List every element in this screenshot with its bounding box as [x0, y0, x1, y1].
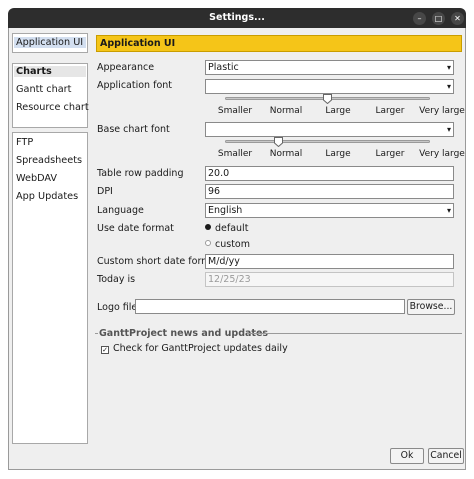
app-font-select[interactable]: ▾: [205, 79, 454, 94]
close-icon[interactable]: ✕: [451, 12, 464, 25]
check-updates-checkbox[interactable]: ✓ Check for GanttProject updates daily: [101, 343, 288, 354]
sidebar-item-app-updates[interactable]: App Updates: [16, 191, 78, 202]
dpi-input[interactable]: 96: [205, 184, 454, 199]
tick-label: Large: [325, 106, 351, 116]
sidebar-panel-other: FTP Spreadsheets WebDAV App Updates: [12, 132, 88, 444]
sidebar-item-webdav[interactable]: WebDAV: [16, 173, 57, 184]
base-font-select[interactable]: ▾: [205, 122, 454, 137]
tick-label: Normal: [269, 106, 303, 116]
dpi-label: DPI: [97, 186, 113, 197]
tick-label: Smaller: [217, 149, 253, 159]
sidebar-item-ftp[interactable]: FTP: [16, 137, 33, 148]
radio-selected-icon: [205, 224, 211, 230]
checkbox-checked-icon: ✓: [101, 346, 109, 354]
cancel-button[interactable]: Cancel: [428, 448, 464, 464]
slider-track: [225, 140, 430, 143]
sidebar-item-spreadsheets[interactable]: Spreadsheets: [16, 155, 82, 166]
language-select[interactable]: English ▾: [205, 203, 454, 218]
chevron-down-icon: ▾: [446, 125, 451, 134]
appearance-label: Appearance: [97, 62, 155, 73]
news-group-title: GanttProject news and updates: [99, 328, 269, 339]
logo-file-input[interactable]: [135, 299, 405, 314]
app-font-size-slider[interactable]: [225, 94, 430, 104]
tick-label: Larger: [375, 106, 405, 116]
row-padding-label: Table row padding: [97, 168, 184, 179]
short-date-input[interactable]: M/d/yy: [205, 254, 454, 269]
tick-label: Large: [325, 149, 351, 159]
appearance-value: Plastic: [208, 62, 239, 73]
today-field: 12/25/23: [205, 272, 454, 287]
chevron-down-icon: ▾: [446, 206, 451, 215]
tick-label: Normal: [269, 149, 303, 159]
section-header: Application UI: [96, 35, 462, 52]
browse-button[interactable]: Browse...: [407, 299, 455, 315]
radio-label: default: [215, 223, 249, 234]
appearance-select[interactable]: Plastic ▾: [205, 60, 454, 75]
tick-label: Smaller: [217, 106, 253, 116]
base-font-size-slider[interactable]: [225, 137, 430, 147]
window-title: Settings...: [209, 12, 265, 23]
language-label: Language: [97, 205, 144, 216]
slider-thumb-icon[interactable]: [323, 94, 332, 104]
date-format-custom-radio[interactable]: custom: [205, 239, 250, 250]
chevron-down-icon: ▾: [446, 63, 451, 72]
radio-label: custom: [215, 239, 250, 250]
sidebar-item-application-ui[interactable]: Application UI: [14, 37, 86, 48]
sidebar-panel-charts: Charts Gantt chart Resource chart: [12, 63, 89, 128]
check-updates-label: Check for GanttProject updates daily: [113, 343, 288, 354]
row-padding-input[interactable]: 20.0: [205, 166, 454, 181]
today-label: Today is: [97, 274, 136, 285]
window-titlebar: Settings... – □ ✕: [8, 8, 466, 28]
minimize-icon[interactable]: –: [413, 12, 426, 25]
date-format-default-radio[interactable]: default: [205, 223, 248, 234]
slider-thumb-icon[interactable]: [274, 137, 283, 147]
group-divider: [95, 333, 98, 334]
logo-file-label: Logo file: [97, 302, 138, 313]
sidebar-item-gantt-chart[interactable]: Gantt chart: [16, 84, 71, 95]
base-font-size-ticks: Smaller Normal Large Larger Very large: [209, 149, 469, 161]
app-font-size-ticks: Smaller Normal Large Larger Very large: [209, 106, 469, 118]
tick-label: Very large: [419, 106, 465, 116]
sidebar-item-charts[interactable]: Charts: [14, 66, 86, 77]
chevron-down-icon: ▾: [446, 82, 451, 91]
group-divider: [247, 333, 462, 334]
base-font-label: Base chart font: [97, 124, 170, 135]
tick-label: Larger: [375, 149, 405, 159]
app-font-label: Application font: [97, 80, 173, 91]
ok-button[interactable]: Ok: [390, 448, 424, 464]
radio-unselected-icon: [205, 240, 211, 246]
settings-dialog: Application UI Charts Gantt chart Resour…: [8, 28, 466, 470]
date-format-label: Use date format: [97, 223, 174, 234]
language-value: English: [208, 205, 243, 216]
sidebar-panel-app: Application UI: [12, 33, 88, 53]
maximize-icon[interactable]: □: [432, 12, 445, 25]
sidebar-item-resource-chart[interactable]: Resource chart: [16, 102, 89, 113]
tick-label: Very large: [419, 149, 465, 159]
short-date-label: Custom short date format: [97, 256, 220, 267]
